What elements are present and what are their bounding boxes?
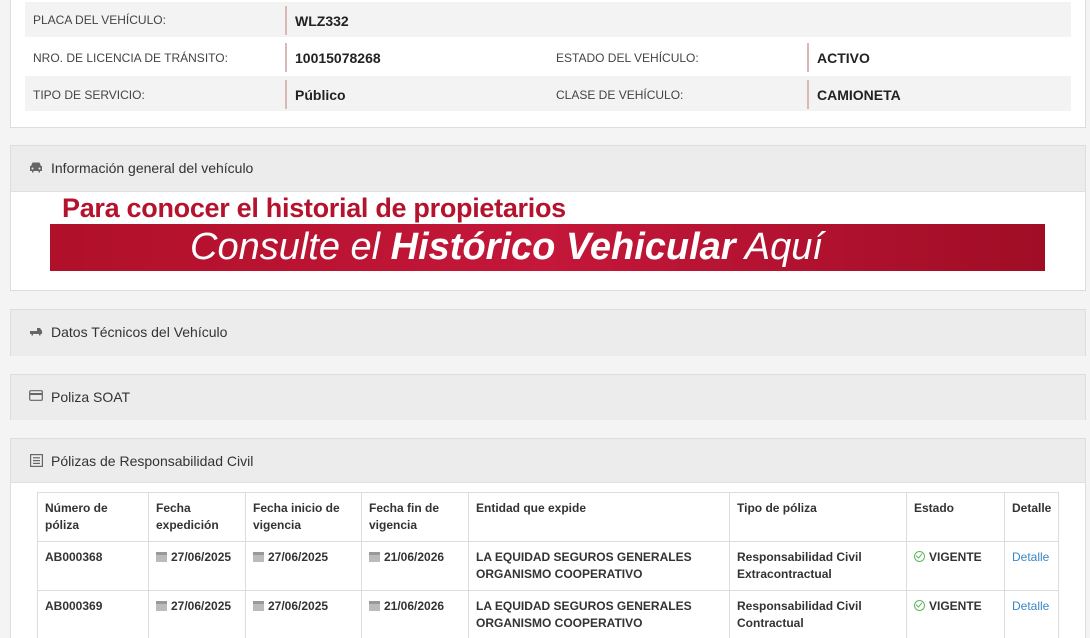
plate-value: WLZ332 xyxy=(285,6,349,35)
soat-panel: Poliza SOAT xyxy=(10,374,1086,420)
technical-header[interactable]: Datos Técnicos del Vehículo xyxy=(11,310,1085,356)
col-end: Fecha fin de vigencia xyxy=(361,492,469,542)
check-circle-icon xyxy=(914,551,925,562)
detail-cell: Detalle xyxy=(1003,590,1060,638)
start-cell: 27/06/2025 xyxy=(245,590,362,638)
service-label: TIPO DE SERVICIO: xyxy=(33,88,145,102)
license-row: NRO. DE LICENCIA DE TRÁNSITO: 1001507826… xyxy=(25,39,1071,74)
table-header-row: Número de póliza Fecha expedición Fecha … xyxy=(37,492,1060,542)
start-date: 27/06/2025 xyxy=(268,599,329,613)
general-info-title: Información general del vehículo xyxy=(51,160,254,176)
type-cell: Responsabilidad Civil Extracontractual xyxy=(729,541,907,591)
credit-card-icon xyxy=(29,390,43,404)
banner-cta-a: Consulte el xyxy=(190,226,391,268)
banner-cta-b: Histórico Vehicular xyxy=(390,226,736,268)
historic-banner-link[interactable]: Consulte el Histórico Vehicular Aquí xyxy=(50,224,1045,271)
start-date: 27/06/2025 xyxy=(268,550,329,564)
status-cell: VIGENTE xyxy=(906,590,1005,638)
status-text: VIGENTE xyxy=(929,599,982,613)
banner-cta-c: Aquí xyxy=(735,226,823,268)
col-issued: Fecha expedición xyxy=(148,492,246,542)
calendar-icon xyxy=(369,601,380,611)
banner-cta: Consulte el Histórico Vehicular Aquí xyxy=(190,226,823,269)
license-label: NRO. DE LICENCIA DE TRÁNSITO: xyxy=(33,51,228,65)
end-cell: 21/06/2026 xyxy=(361,541,469,591)
technical-panel: Datos Técnicos del Vehículo xyxy=(10,309,1086,356)
soat-title: Poliza SOAT xyxy=(51,389,131,405)
entity-cell: LA EQUIDAD SEGUROS GENERALES ORGANISMO C… xyxy=(468,590,730,638)
service-row: TIPO DE SERVICIO: Público CLASE DE VEHÍC… xyxy=(25,76,1071,111)
entity-cell: LA EQUIDAD SEGUROS GENERALES ORGANISMO C… xyxy=(468,541,730,591)
table-row: AB000369 27/06/2025 27/06/2025 21/06/202… xyxy=(37,590,1060,638)
civil-header[interactable]: Pólizas de Responsabilidad Civil xyxy=(11,439,1085,483)
calendar-icon xyxy=(156,552,167,562)
status-text: VIGENTE xyxy=(929,550,982,564)
end-date: 21/06/2026 xyxy=(384,599,445,613)
start-cell: 27/06/2025 xyxy=(245,541,362,591)
technical-title: Datos Técnicos del Vehículo xyxy=(51,324,228,340)
class-value: CAMIONETA xyxy=(807,80,901,109)
license-value: 10015078268 xyxy=(285,43,381,72)
col-type: Tipo de póliza xyxy=(729,492,907,542)
truck-icon xyxy=(29,325,43,339)
plate-label: PLACA DEL VEHÍCULO: xyxy=(33,13,166,27)
calendar-icon xyxy=(253,601,264,611)
calendar-icon xyxy=(253,552,264,562)
calendar-icon xyxy=(369,552,380,562)
banner-heading: Para conocer el historial de propietario… xyxy=(62,193,566,223)
general-info-header[interactable]: Información general del vehículo xyxy=(11,146,1085,192)
table-row: AB000368 27/06/2025 27/06/2025 21/06/202… xyxy=(37,541,1060,591)
status-value: ACTIVO xyxy=(807,43,870,72)
end-date: 21/06/2026 xyxy=(384,550,445,564)
soat-header[interactable]: Poliza SOAT xyxy=(11,375,1085,420)
civil-policies-table: Número de póliza Fecha expedición Fecha … xyxy=(37,492,1060,638)
calendar-icon xyxy=(156,601,167,611)
col-start: Fecha inicio de vigencia xyxy=(245,492,362,542)
issued-date: 27/06/2025 xyxy=(171,599,232,613)
policy-number: AB000368 xyxy=(37,541,149,591)
detail-cell: Detalle xyxy=(1003,541,1060,591)
col-detail: Detalle xyxy=(1003,492,1060,542)
col-number: Número de póliza xyxy=(37,492,149,542)
col-status: Estado xyxy=(906,492,1005,542)
status-label: ESTADO DEL VEHÍCULO: xyxy=(556,51,699,65)
col-entity: Entidad que expide xyxy=(468,492,730,542)
status-cell: VIGENTE xyxy=(906,541,1005,591)
issued-cell: 27/06/2025 xyxy=(148,541,246,591)
detail-link[interactable]: Detalle xyxy=(1012,550,1049,564)
service-value: Público xyxy=(285,80,346,109)
civil-title: Pólizas de Responsabilidad Civil xyxy=(51,453,254,469)
plate-row: PLACA DEL VEHÍCULO: WLZ332 xyxy=(25,2,1071,37)
car-icon xyxy=(29,161,43,175)
detail-link[interactable]: Detalle xyxy=(1012,599,1049,613)
type-cell: Responsabilidad Civil Contractual xyxy=(729,590,907,638)
list-icon xyxy=(29,454,43,468)
vehicle-summary: PLACA DEL VEHÍCULO: WLZ332 NRO. DE LICEN… xyxy=(10,0,1086,128)
policy-number: AB000369 xyxy=(37,590,149,638)
check-circle-icon xyxy=(914,600,925,611)
issued-cell: 27/06/2025 xyxy=(148,590,246,638)
issued-date: 27/06/2025 xyxy=(171,550,232,564)
end-cell: 21/06/2026 xyxy=(361,590,469,638)
class-label: CLASE DE VEHÍCULO: xyxy=(556,88,684,102)
